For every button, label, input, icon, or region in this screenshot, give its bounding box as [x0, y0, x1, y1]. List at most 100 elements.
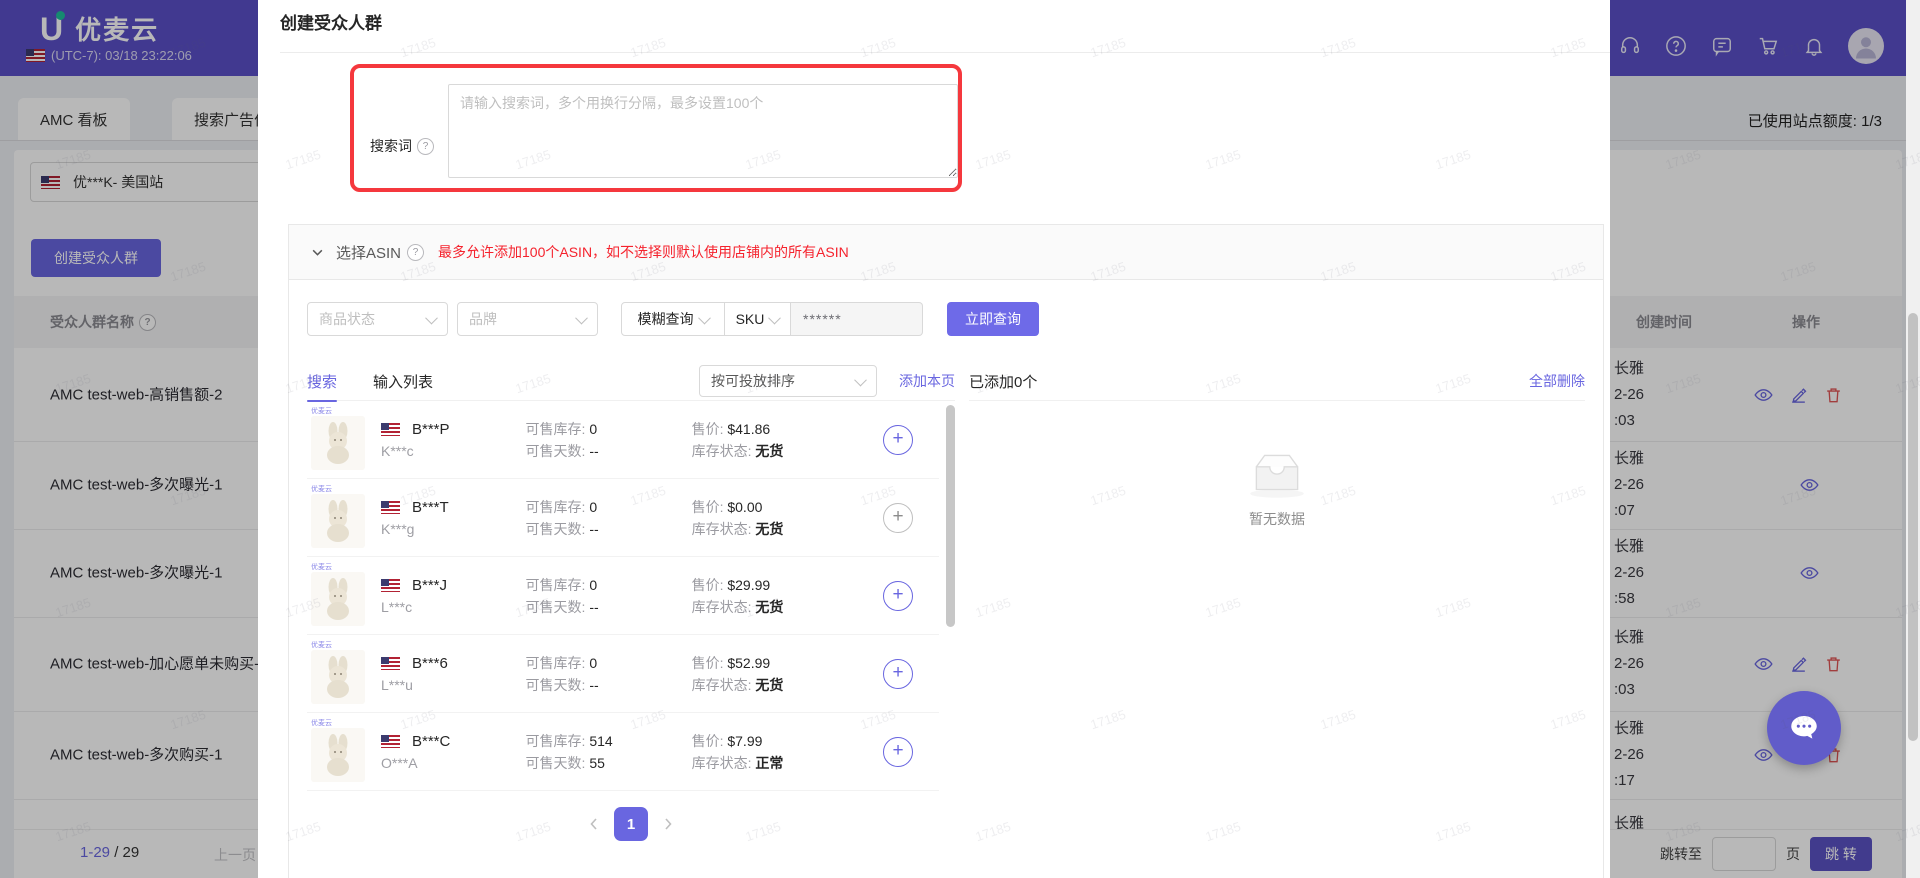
search-term-highlight-box: 搜索词 ? — [350, 64, 962, 192]
modal-title: 创建受众人群 — [280, 14, 382, 33]
product-stock-cell: 可售库存: 514 可售天数: 55 — [525, 732, 613, 771]
chevron-down-icon — [768, 311, 782, 324]
select-asin-title: 选择ASIN — [336, 244, 402, 262]
product-price-cell: 售价: $52.99 库存状态: 无货 — [691, 654, 784, 693]
empty-box-icon — [1250, 454, 1304, 498]
image-watermark: 优麦云 — [311, 641, 332, 649]
product-price-cell: 售价: $41.86 库存状态: 无货 — [691, 420, 784, 459]
brand-placeholder: 品牌 — [469, 311, 497, 327]
select-asin-panel: 选择ASIN ? 最多允许添加100个ASIN，如不选择则默认使用店铺内的所有A… — [288, 224, 1604, 878]
delete-all-link[interactable]: 全部删除 — [1529, 371, 1585, 391]
product-image: 优麦云 — [311, 408, 365, 470]
page-number-button[interactable]: 1 — [614, 807, 648, 841]
product-asin: B***C — [412, 732, 451, 750]
page-scrollbar-thumb[interactable] — [1908, 313, 1918, 741]
product-row: 优麦云 B***P K***c 可售库存: 0 可售天数: -- 售价: $41… — [307, 401, 939, 479]
sort-select-value: 按可投放排序 — [711, 373, 795, 389]
product-image: 优麦云 — [311, 720, 365, 782]
keyword-input[interactable] — [791, 302, 923, 336]
next-page-icon[interactable] — [660, 816, 676, 832]
filter-row: 商品状态 品牌 模糊查询 SKU 立即查询 — [307, 302, 1585, 336]
product-stock-cell: 可售库存: 0 可售天数: -- — [525, 420, 599, 459]
us-flag-icon — [381, 500, 400, 514]
chevron-down-icon — [425, 311, 438, 324]
added-asin-column: 已添加0个 全部删除 暂无数据 — [969, 362, 1585, 841]
screen: U 优麦云 (UTC-7): 03/18 23:22:06 AMC 看板 搜索广… — [0, 0, 1920, 878]
product-image: 优麦云 — [311, 642, 365, 704]
product-row: 优麦云 B***6 L***u 可售库存: 0 可售天数: -- 售价: $52… — [307, 635, 939, 713]
sort-select[interactable]: 按可投放排序 — [699, 365, 877, 397]
us-flag-icon — [381, 578, 400, 592]
plush-rabbit-image — [327, 655, 349, 698]
product-row: 优麦云 B***J L***c 可售库存: 0 可售天数: -- 售价: $29… — [307, 557, 939, 635]
product-status-placeholder: 商品状态 — [319, 311, 375, 327]
search-term-textarea[interactable] — [448, 84, 958, 178]
select-asin-header[interactable]: 选择ASIN ? 最多允许添加100个ASIN，如不选择则默认使用店铺内的所有A… — [289, 225, 1603, 280]
added-count-text: 已添加0个 — [969, 373, 1038, 391]
chat-bubble-icon — [1791, 715, 1817, 739]
product-row: 优麦云 B***T K***g 可售库存: 0 可售天数: -- 售价: $0.… — [307, 479, 939, 557]
help-circle-icon[interactable]: ? — [417, 137, 434, 155]
image-watermark: 优麦云 — [311, 485, 332, 493]
chevron-down-icon — [854, 373, 867, 386]
keyword-search-group: 模糊查询 SKU — [621, 302, 923, 336]
help-circle-icon[interactable]: ? — [407, 243, 425, 261]
product-asin: B***T — [412, 498, 449, 516]
sku-field-select[interactable]: SKU — [725, 302, 791, 336]
add-page-link[interactable]: 添加本页 — [899, 371, 955, 391]
prev-page-icon[interactable] — [586, 816, 602, 832]
plush-rabbit-image — [327, 499, 349, 542]
product-sku: O***A — [381, 754, 418, 771]
added-empty-state: 暂无数据 — [969, 401, 1585, 795]
product-asin: B***6 — [412, 654, 448, 672]
product-stock-cell: 可售库存: 0 可售天数: -- — [525, 576, 599, 615]
list-pagination: 1 — [307, 807, 955, 841]
list-scrollbar-thumb[interactable] — [946, 405, 955, 627]
product-sku: K***c — [381, 442, 414, 459]
page-scrollbar[interactable] — [1906, 0, 1920, 878]
product-id-cell: B***T K***g — [381, 499, 526, 537]
us-flag-icon — [381, 422, 400, 436]
product-image: 优麦云 — [311, 486, 365, 548]
product-price-cell: 售价: $7.99 库存状态: 正常 — [691, 732, 784, 771]
product-sku: K***g — [381, 520, 415, 537]
select-asin-body: 商品状态 品牌 模糊查询 SKU 立即查询 — [289, 280, 1603, 841]
image-watermark: 优麦云 — [311, 407, 332, 415]
add-product-button[interactable]: + — [883, 658, 913, 689]
add-product-button[interactable]: + — [883, 502, 913, 533]
product-list: 优麦云 B***P K***c 可售库存: 0 可售天数: -- 售价: $41… — [307, 401, 955, 795]
results-tabs-row: 搜索 输入列表 按可投放排序 添加本页 — [307, 362, 955, 402]
plush-rabbit-image — [327, 421, 349, 464]
add-product-button[interactable]: + — [883, 736, 913, 767]
product-status-select[interactable]: 商品状态 — [307, 302, 448, 336]
chevron-down-icon — [575, 311, 588, 324]
add-product-button[interactable]: + — [883, 580, 913, 611]
add-product-button[interactable]: + — [883, 424, 913, 455]
image-watermark: 优麦云 — [311, 719, 332, 727]
product-sku: L***u — [381, 676, 413, 693]
tab-search[interactable]: 搜索 — [307, 371, 338, 402]
tab-input-list[interactable]: 输入列表 — [373, 371, 433, 392]
chevron-down-icon — [697, 311, 711, 324]
product-price-cell: 售价: $0.00 库存状态: 无货 — [691, 498, 784, 537]
product-id-cell: B***J L***c — [381, 577, 526, 615]
search-term-label: 搜索词 ? — [370, 104, 448, 188]
product-asin: B***P — [412, 420, 450, 438]
us-flag-icon — [381, 656, 400, 670]
product-row: 优麦云 B***C O***A 可售库存: 514 可售天数: 55 售价: $… — [307, 713, 939, 791]
product-id-cell: B***C O***A — [381, 733, 526, 771]
query-now-button[interactable]: 立即查询 — [947, 302, 1039, 336]
product-id-cell: B***P K***c — [381, 421, 526, 459]
product-sku: L***c — [381, 598, 413, 615]
plush-rabbit-image — [327, 577, 349, 620]
product-id-cell: B***6 L***u — [381, 655, 526, 693]
brand-select[interactable]: 品牌 — [457, 302, 598, 336]
fuzzy-mode-select[interactable]: 模糊查询 — [621, 302, 725, 336]
asin-limit-hint: 最多允许添加100个ASIN，如不选择则默认使用店铺内的所有ASIN — [438, 244, 849, 260]
product-image: 优麦云 — [311, 564, 365, 626]
chat-fab-button[interactable] — [1767, 691, 1841, 765]
modal-title-divider — [280, 52, 1610, 53]
product-price-cell: 售价: $29.99 库存状态: 无货 — [691, 576, 784, 615]
product-stock-cell: 可售库存: 0 可售天数: -- — [525, 498, 599, 537]
image-watermark: 优麦云 — [311, 563, 332, 571]
